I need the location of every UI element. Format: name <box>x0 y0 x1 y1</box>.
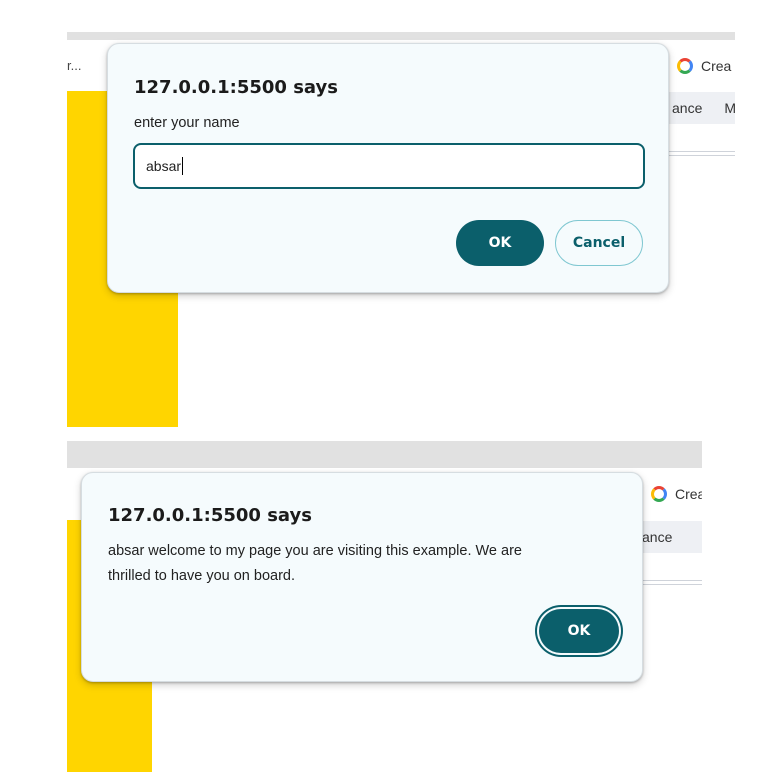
alert-screenshot: Crea ance 127.0.0.1:5500 says absar welc… <box>67 441 702 772</box>
cancel-button[interactable]: Cancel <box>555 220 643 266</box>
dialog-message: enter your name <box>134 115 240 131</box>
nav-item[interactable]: ance <box>672 100 702 116</box>
prompt-screenshot: r... Crea ance M 127.0.0.1:5500 says ent… <box>67 32 735 427</box>
bookmark-google[interactable]: Crea <box>677 58 731 74</box>
prompt-dialog: 127.0.0.1:5500 says enter your name absa… <box>107 43 669 293</box>
text-caret <box>182 157 184 175</box>
dialog-message-line: thrilled to have you on board. <box>108 568 296 584</box>
bookmark-google[interactable]: Crea <box>651 486 702 502</box>
truncated-tab-text: r... <box>67 58 82 73</box>
divider <box>637 584 702 585</box>
browser-top-strip <box>67 32 735 40</box>
ok-button[interactable]: OK <box>456 220 544 266</box>
divider <box>637 580 702 581</box>
nav-item[interactable]: ance <box>642 529 672 545</box>
page-nav-row: ance <box>637 521 702 553</box>
dialog-message-line: absar welcome to my page you are visitin… <box>108 543 522 559</box>
google-g-icon <box>651 486 667 502</box>
dialog-message: absar welcome to my page you are visitin… <box>108 539 522 589</box>
page-nav-row: ance M <box>667 92 735 124</box>
name-input[interactable]: absar <box>133 143 645 189</box>
bookmark-label: Crea <box>701 58 732 74</box>
ok-button[interactable]: OK <box>539 609 619 653</box>
google-g-icon <box>677 58 693 74</box>
bookmark-label: Crea <box>675 486 702 502</box>
dialog-title: 127.0.0.1:5500 says <box>134 77 338 98</box>
divider <box>667 151 735 152</box>
nav-item[interactable]: M <box>724 100 735 116</box>
input-value: absar <box>146 158 182 174</box>
dialog-title: 127.0.0.1:5500 says <box>108 505 312 526</box>
divider <box>667 155 735 156</box>
alert-dialog: 127.0.0.1:5500 says absar welcome to my … <box>81 472 643 682</box>
browser-top-strip <box>67 441 702 468</box>
